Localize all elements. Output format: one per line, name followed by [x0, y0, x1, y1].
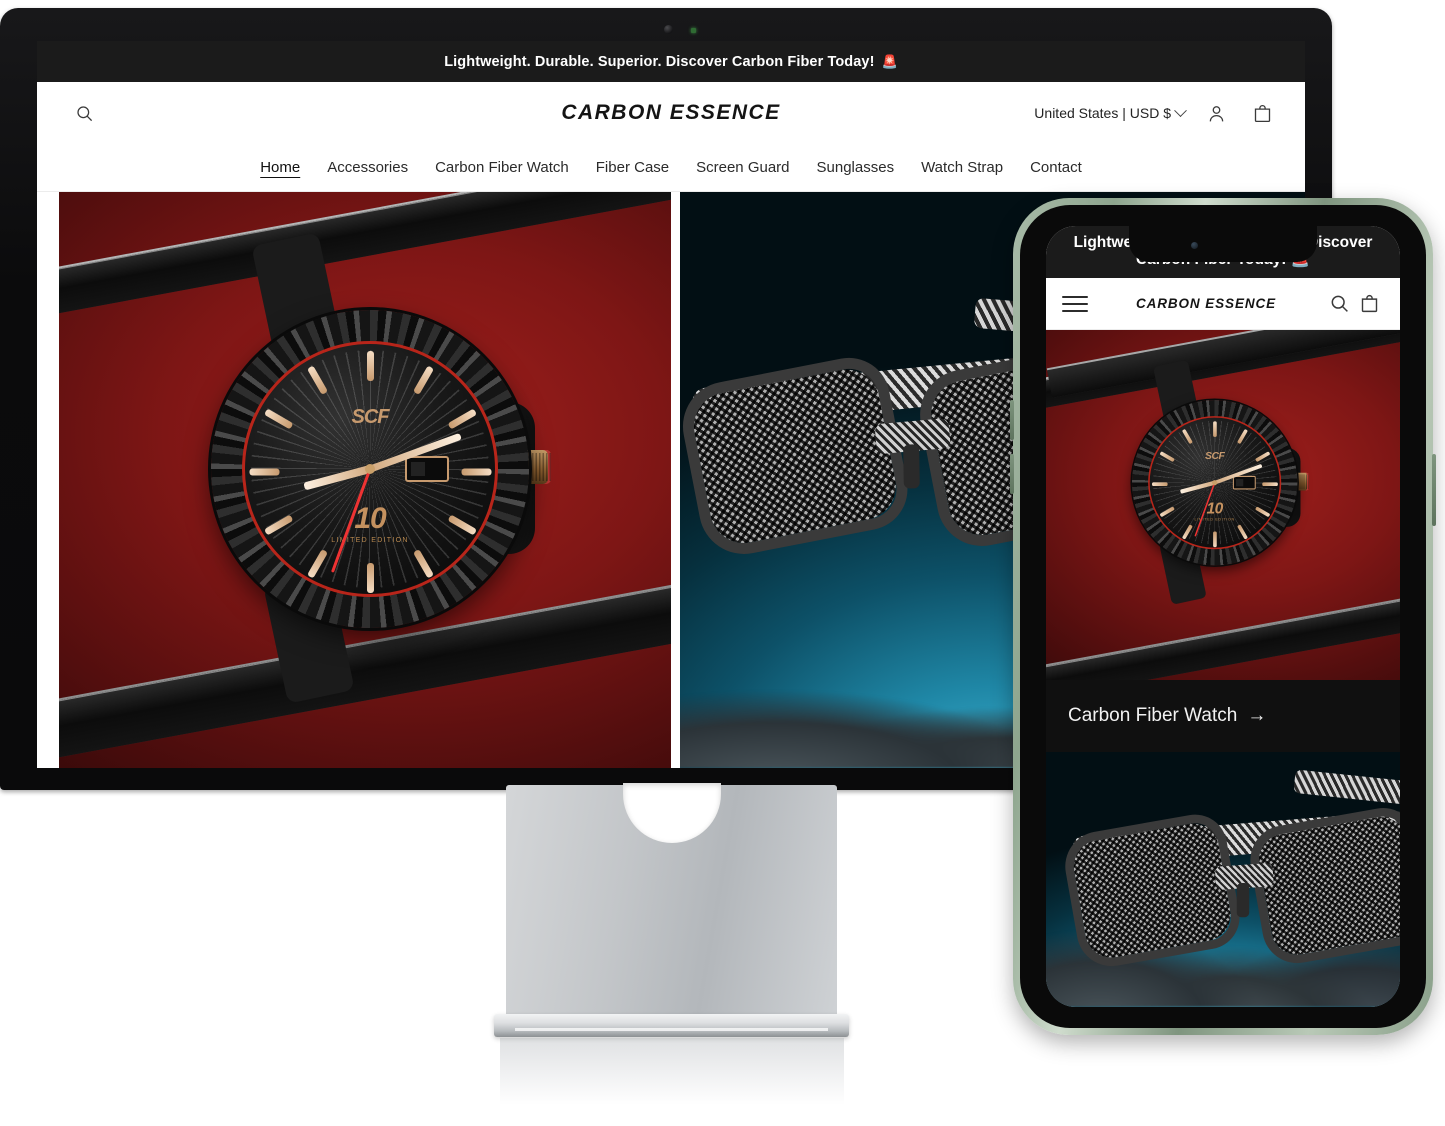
dial-brand-mark: SCF [351, 406, 390, 428]
phone-carbon-fiber-watch-image: SCF 10 LIMITED EDITION [1132, 359, 1309, 605]
watch-hand-pivot [365, 464, 375, 474]
search-icon [1331, 295, 1348, 312]
nav-item-fiber-case[interactable]: Fiber Case [596, 159, 669, 176]
front-camera-icon [1191, 242, 1198, 249]
phone-cart-button[interactable] [1354, 293, 1384, 314]
watch-dial: SCF 10 LIMITED EDITION [242, 341, 498, 597]
phone-volume-down-button[interactable] [1010, 454, 1014, 494]
phone-dial-brand-mark: SCF [1205, 449, 1225, 462]
monitor-stand-neck [506, 783, 837, 1033]
stand-reflection [500, 1038, 844, 1124]
account-button[interactable] [1201, 98, 1231, 128]
account-icon [1209, 105, 1223, 121]
hero-card-watch[interactable]: SCF 10 LIMITED EDITION [59, 192, 671, 768]
power-led-indicator [691, 28, 696, 33]
arrow-right-icon: → [1247, 705, 1267, 726]
nav-item-watch-strap[interactable]: Watch Strap [921, 159, 1003, 176]
site-header: CARBON ESSENCE United States | USD $ [37, 82, 1305, 144]
announcement-text: Lightweight. Durable. Superior. Discover… [444, 53, 875, 70]
mobile-phone-mockup: Lightweight. Durable. Superior. Discover… [1010, 198, 1436, 1035]
phone-dial-edition-number: 10 [1206, 499, 1224, 517]
sunglasses-nose-pad [903, 444, 920, 489]
announcement-bar: Lightweight. Durable. Superior. Discover… [37, 41, 1305, 82]
chevron-down-icon [1174, 103, 1187, 117]
dial-edition-number: 10 [354, 502, 386, 535]
hamburger-menu-button[interactable] [1062, 295, 1088, 312]
nav-item-sunglasses[interactable]: Sunglasses [817, 159, 895, 176]
main-navigation: Home Accessories Carbon Fiber Watch Fibe… [37, 144, 1305, 192]
siren-emoji-icon: 🚨 [881, 53, 898, 69]
nav-item-home[interactable]: Home [260, 159, 300, 176]
phone-hero-card-watch[interactable]: SCF 10 LIMITED EDITION [1046, 330, 1400, 680]
phone-power-button[interactable] [1432, 454, 1436, 526]
locale-label: United States | USD $ [1034, 105, 1171, 121]
phone-site-logo: CARBON ESSENCE [1135, 296, 1277, 311]
webcam-icon [664, 25, 673, 34]
search-icon [76, 105, 92, 121]
phone-card-caption-watch[interactable]: Carbon Fiber Watch → [1046, 680, 1400, 752]
cart-icon [1361, 294, 1377, 313]
monitor-stand-cutout [622, 783, 721, 843]
locale-currency-selector[interactable]: United States | USD $ [1034, 103, 1187, 121]
phone-card-caption-label: Carbon Fiber Watch [1068, 705, 1238, 726]
nav-item-screen-guard[interactable]: Screen Guard [696, 159, 789, 176]
hamburger-menu-icon [1062, 295, 1088, 298]
header-actions: United States | USD $ [1034, 98, 1277, 128]
carbon-fiber-watch-image: SCF 10 LIMITED EDITION [211, 232, 551, 704]
nav-item-accessories[interactable]: Accessories [327, 159, 408, 176]
nav-item-contact[interactable]: Contact [1030, 159, 1082, 176]
monitor-stand-base [494, 1014, 849, 1037]
phone-notch [1129, 226, 1317, 262]
watch-hour-hand [303, 465, 372, 491]
cart-icon [1254, 104, 1270, 122]
phone-volume-up-button[interactable] [1010, 400, 1014, 440]
search-button[interactable] [65, 94, 103, 132]
phone-search-button[interactable] [1324, 293, 1354, 314]
phone-screen: Lightweight. Durable. Superior. Discover… [1046, 226, 1400, 1007]
product-mockup-scene: Lightweight. Durable. Superior. Discover… [0, 0, 1445, 1126]
watch-date-window [405, 456, 449, 482]
nav-item-carbon-fiber-watch[interactable]: Carbon Fiber Watch [435, 159, 569, 176]
cart-button[interactable] [1247, 98, 1277, 128]
phone-hero-card-sunglasses[interactable] [1046, 752, 1400, 1007]
phone-site-header: CARBON ESSENCE [1046, 278, 1400, 330]
